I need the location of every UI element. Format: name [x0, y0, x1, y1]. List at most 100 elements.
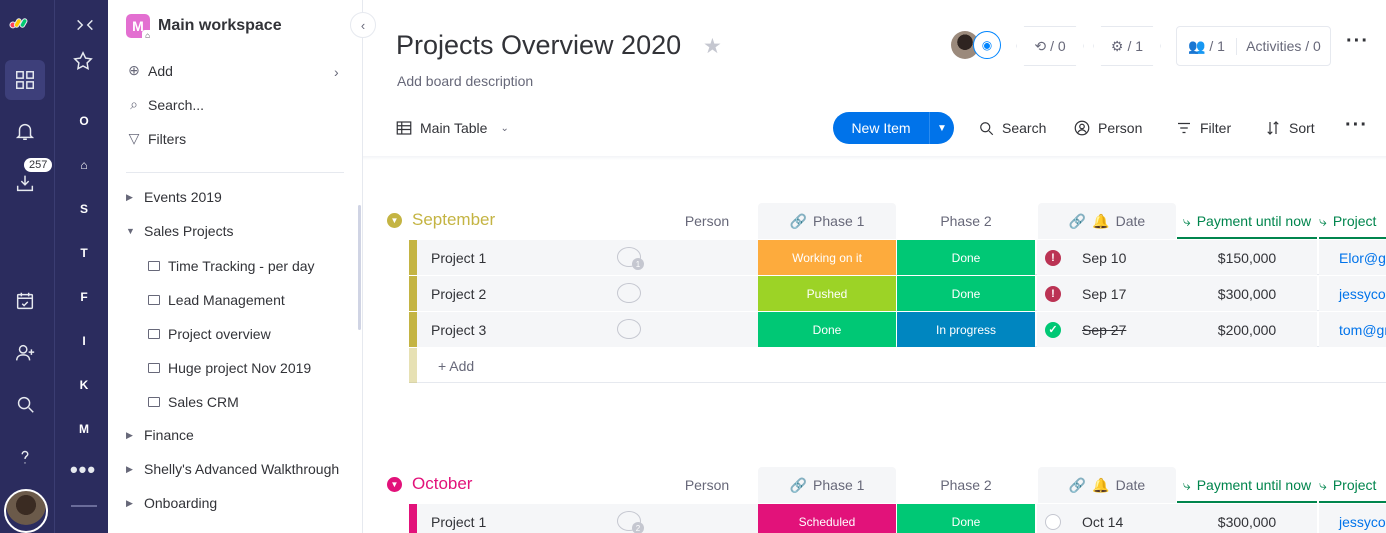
date-cell[interactable]: ! Sep 10	[1037, 240, 1177, 275]
col-head-payment[interactable]: ⤷ Payment until now	[1177, 203, 1317, 239]
board-project-overview[interactable]: Project overview	[148, 326, 271, 342]
date-cell[interactable]: ✓ Sep 27	[1037, 312, 1177, 347]
group-collapse-icon[interactable]: ▼	[387, 476, 402, 492]
phase1-status[interactable]: Working on it	[758, 240, 896, 275]
invite-members-icon[interactable]	[5, 333, 45, 373]
updates-bubble-icon[interactable]	[617, 319, 641, 339]
item-name[interactable]: Project 1	[417, 240, 757, 275]
group-title-october[interactable]: ▼ October	[387, 474, 472, 494]
toolbar-sort[interactable]: Sort	[1264, 112, 1315, 144]
phase1-status[interactable]: Done	[758, 312, 896, 347]
table-row[interactable]: Project 2 Pushed Done ! Sep 17 $300,000 …	[409, 276, 1386, 311]
email-cell[interactable]: jessycohe	[1319, 504, 1386, 533]
sidebar-scrollbar[interactable]	[358, 205, 361, 330]
notifications-bell-icon[interactable]	[5, 111, 45, 151]
workspace-i-icon[interactable]: I	[73, 330, 95, 352]
col-head-person[interactable]: Person	[637, 203, 777, 239]
date-cell[interactable]: Oct 14	[1037, 504, 1177, 533]
workspace-s-icon[interactable]: S	[73, 198, 95, 220]
new-item-dropdown-icon[interactable]: ▼	[929, 112, 954, 144]
board-title[interactable]: Projects Overview 2020	[396, 30, 681, 61]
col-head-person[interactable]: Person	[637, 467, 777, 503]
item-name[interactable]: Project 3	[417, 312, 757, 347]
col-head-phase2[interactable]: Phase 2	[897, 467, 1035, 503]
date-cell[interactable]: ! Sep 17	[1037, 276, 1177, 311]
board-huge-project[interactable]: Huge project Nov 2019	[148, 360, 311, 376]
favorites-star-icon[interactable]	[63, 41, 103, 81]
folder-shelly[interactable]: ▶ Shelly's Advanced Walkthrough	[126, 461, 339, 477]
updates-bubble-icon[interactable]: 2	[617, 511, 644, 533]
integrations-button[interactable]: ⟲ / 0	[1016, 26, 1084, 66]
workspace-m-icon[interactable]: M	[73, 418, 95, 440]
toolbar-more-dots-icon[interactable]: ···	[1345, 114, 1368, 137]
board-description[interactable]: Add board description	[397, 73, 533, 89]
collapse-rail-icon[interactable]	[65, 5, 105, 45]
email-cell[interactable]: jessycohe	[1319, 276, 1386, 311]
sidebar-filters[interactable]: ▽ Filters	[126, 130, 187, 147]
col-label: Payment until now	[1196, 477, 1312, 493]
chevron-right-icon[interactable]: ›	[334, 64, 339, 80]
group-title-september[interactable]: ▼ September	[387, 210, 495, 230]
phase2-status[interactable]: In progress	[897, 312, 1035, 347]
col-head-payment[interactable]: ⤷ Payment until now	[1177, 467, 1317, 503]
email-cell[interactable]: tom@gm	[1319, 312, 1386, 347]
board-time-tracking[interactable]: Time Tracking - per day	[148, 258, 315, 274]
workspaces-grid-icon[interactable]	[5, 60, 45, 100]
updates-bubble-icon[interactable]: 1	[617, 247, 644, 270]
col-head-project[interactable]: ⤷ Project	[1319, 203, 1386, 239]
col-head-date[interactable]: 🔗 🔔 Date	[1038, 203, 1176, 239]
email-cell[interactable]: Elor@gm	[1319, 240, 1386, 275]
table-row[interactable]: Project 1 2 Scheduled Done Oct 14 $300,0…	[409, 504, 1386, 533]
workspace-home-icon[interactable]: ⌂	[73, 154, 95, 176]
group-collapse-icon[interactable]: ▼	[387, 212, 402, 228]
phase2-status[interactable]: Done	[897, 240, 1035, 275]
toolbar-filter[interactable]: Filter	[1175, 112, 1231, 144]
toolbar-person[interactable]: Person	[1073, 112, 1142, 144]
workspace-header[interactable]: M ⌂ Main workspace	[126, 14, 282, 41]
my-work-calendar-icon[interactable]	[5, 281, 45, 321]
item-name[interactable]: Project 1	[417, 504, 757, 533]
phase1-status[interactable]: Scheduled	[758, 504, 896, 533]
table-row[interactable]: Project 3 Done In progress ✓ Sep 27 $200…	[409, 312, 1386, 347]
members-button[interactable]: 👥 / 1	[1177, 37, 1237, 55]
col-head-phase2[interactable]: Phase 2	[897, 203, 1035, 239]
col-underline	[1319, 237, 1386, 239]
board-menu-dots-icon[interactable]: ···	[1346, 30, 1369, 53]
favorite-star-icon[interactable]: ★	[703, 34, 722, 59]
add-item-row[interactable]: ⊕ Add	[126, 62, 173, 79]
col-head-date[interactable]: 🔗 🔔 Date	[1038, 467, 1176, 503]
sidebar-search[interactable]: ⌕ Search...	[126, 96, 204, 113]
table-row[interactable]: Project 1 1 Working on it Done ! Sep 10 …	[409, 240, 1386, 275]
workspace-t-icon[interactable]: T	[73, 242, 95, 264]
folder-sales[interactable]: ▼ Sales Projects	[126, 223, 233, 239]
activities-button[interactable]: Activities / 0	[1237, 38, 1330, 54]
board-lead-management[interactable]: Lead Management	[148, 292, 285, 308]
automations-button[interactable]: ⚙ / 1	[1093, 26, 1161, 66]
more-workspaces-icon[interactable]: •••	[63, 450, 103, 490]
board-viewers-icon[interactable]: ◉	[973, 31, 1001, 59]
item-name[interactable]: Project 2	[417, 276, 757, 311]
col-head-project[interactable]: ⤷ Project	[1319, 467, 1386, 503]
updates-bubble-icon[interactable]	[617, 283, 641, 303]
new-item-button[interactable]: New Item ▼	[833, 112, 954, 144]
phase2-status[interactable]: Done	[897, 504, 1035, 533]
board-sales-crm[interactable]: Sales CRM	[148, 394, 239, 410]
collapse-sidebar-button[interactable]: ‹	[350, 12, 376, 38]
col-head-phase1[interactable]: 🔗 Phase 1	[758, 467, 896, 503]
help-question-icon[interactable]	[5, 437, 45, 477]
user-avatar[interactable]	[4, 489, 48, 533]
phase2-status[interactable]: Done	[897, 276, 1035, 311]
folder-finance[interactable]: ▶ Finance	[126, 427, 194, 443]
workspace-o-icon[interactable]: O	[73, 110, 95, 132]
phase1-status[interactable]: Pushed	[758, 276, 896, 311]
toolbar-search[interactable]: Search	[977, 112, 1046, 144]
workspace-k-icon[interactable]: K	[73, 374, 95, 396]
add-item-row[interactable]: + Add	[409, 348, 1386, 383]
view-selector[interactable]: Main Table ⌄	[395, 112, 509, 144]
col-head-phase1[interactable]: 🔗 Phase 1	[758, 203, 896, 239]
folder-onboarding[interactable]: ▶ Onboarding	[126, 495, 217, 511]
workspace-f-icon[interactable]: F	[73, 286, 95, 308]
monday-logo-icon[interactable]	[9, 12, 31, 34]
folder-events[interactable]: ▶ Events 2019	[126, 189, 222, 205]
search-icon[interactable]	[5, 384, 45, 424]
